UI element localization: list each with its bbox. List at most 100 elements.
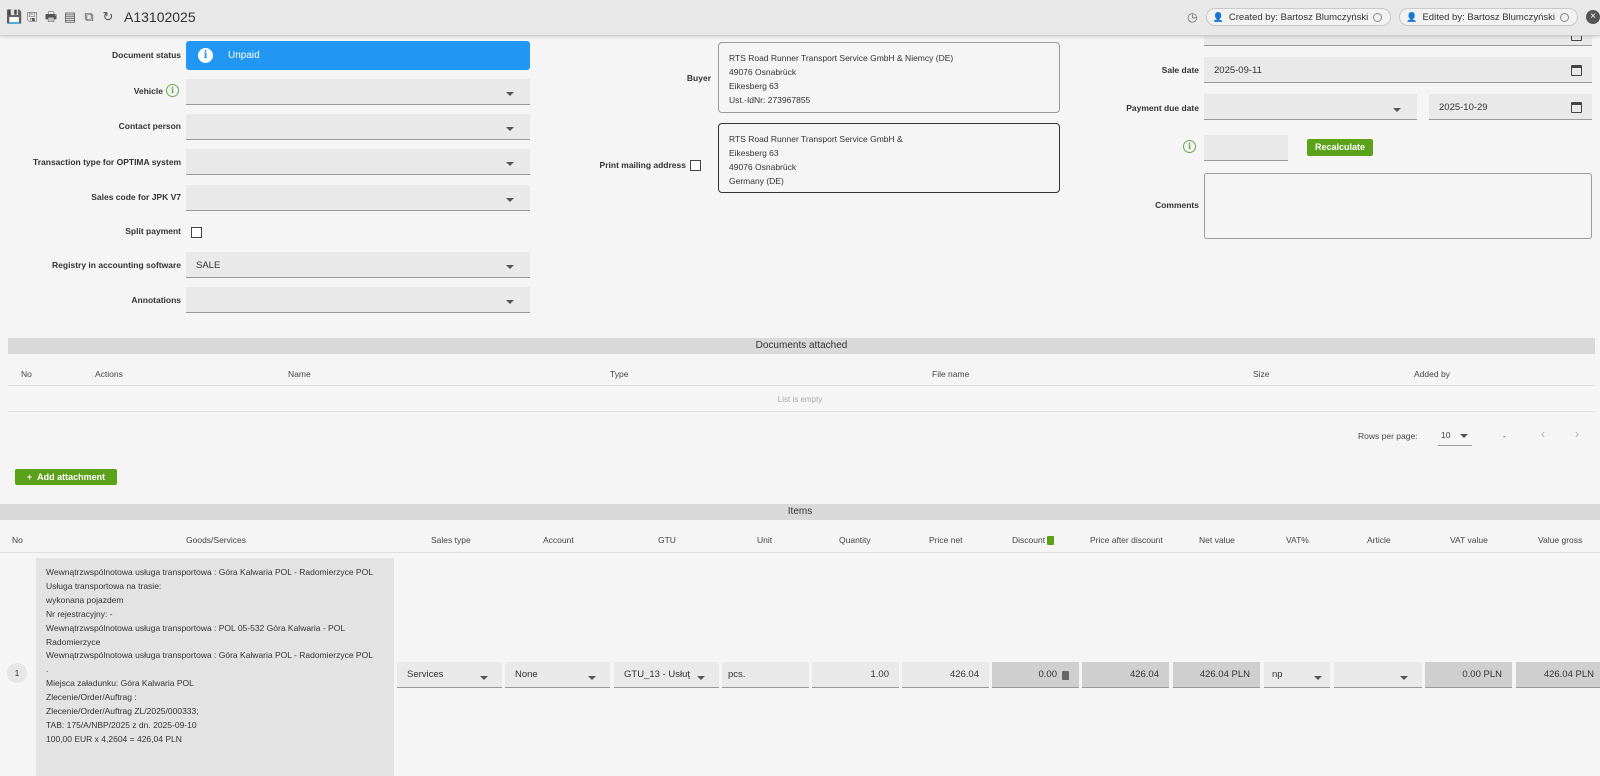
sale-date-label: Sale date [1161,65,1199,75]
goods-line: Radomierzyce [46,636,101,647]
contact-person-select[interactable] [186,114,530,140]
user-icon: 👤 [1212,11,1224,22]
unit-value: pcs. [728,669,746,680]
payment-due-value: 2025-10-29 [1439,102,1488,113]
transaction-type-select[interactable] [186,149,530,175]
account-select[interactable]: None [505,662,610,688]
items-col-gtu: GTU [658,535,676,545]
gtu-select[interactable]: GTU_13 - Usłuţ [614,662,719,688]
divider [8,411,1595,412]
mailing-line: 49076 Osnabrück [729,162,797,172]
created-by-badge[interactable]: 👤 Created by: Bartosz Blumczyński [1205,8,1392,26]
edited-by-badge[interactable]: 👤 Edited by: Bartosz Blumczyński [1399,8,1578,26]
next-page-icon[interactable]: › [1575,427,1579,441]
toolbar-icons: 💾 🖫 🖶 ▤ ⧉ ↻ [6,10,115,24]
recalculate-info-icon[interactable]: i [1183,140,1196,153]
calculator-icon[interactable] [1047,536,1055,546]
document-status-badge[interactable]: i Unpaid [186,41,530,70]
mailing-line: Eikesberg 63 [729,148,779,158]
divider [0,552,1600,553]
goods-line: wykonana pojazdem [46,594,124,605]
pagination-range: - [1503,431,1506,441]
article-select[interactable] [1334,662,1422,688]
documents-col-name: Name [288,369,311,379]
payment-terms-select[interactable] [1204,94,1417,120]
registry-select[interactable]: SALE [186,252,530,278]
price-net-value: 426.04 [949,669,979,680]
chevron-down-icon [1393,108,1401,112]
vat-value: np [1272,669,1283,680]
buyer-label: Buyer [686,73,711,83]
vehicle-info-icon[interactable]: i [166,84,179,97]
calendar-icon [1571,102,1582,113]
rows-per-page-select[interactable]: 10 [1438,426,1472,446]
sales-code-label: Sales code for JPK V7 [91,192,181,202]
rows-per-page-value: 10 [1441,430,1451,440]
vehicle-label: Vehicle [133,86,163,96]
items-col-article: Article [1367,535,1391,545]
save-close-icon[interactable]: 🖫 [25,10,39,24]
mailing-address-box[interactable]: RTS Road Runner Transport Service GmbH &… [718,123,1060,193]
documents-col-no: No [21,369,32,379]
vehicle-select[interactable] [186,79,530,105]
close-icon[interactable]: × [1586,10,1600,24]
preview-icon[interactable]: ▤ [63,10,77,24]
created-by-text: Created by: Bartosz Blumczyński [1228,11,1369,23]
annotations-select[interactable] [186,287,530,313]
prev-page-icon[interactable]: ‹ [1541,427,1545,441]
comments-label: Comments [1155,200,1199,210]
refresh-icon[interactable]: ↻ [101,10,115,24]
items-col-no: No [12,535,23,545]
payment-due-date-field[interactable]: 2025-10-29 [1429,94,1592,120]
price-net-input[interactable]: 426.04 [902,662,989,688]
items-col-value-gross: Value gross [1538,535,1583,545]
top-toolbar: 💾 🖫 🖶 ▤ ⧉ ↻ A13102025 ◷ 👤 Created by: Ba… [0,0,1600,36]
chevron-down-icon [506,92,514,96]
add-attachment-label: Add attachment [37,472,106,482]
documents-col-type: Type [610,369,629,379]
sales-code-select[interactable] [186,185,530,211]
divider [8,385,1595,386]
buyer-address-box[interactable]: RTS Road Runner Transport Service GmbH &… [718,42,1060,113]
history-icon[interactable]: ◷ [1187,10,1197,24]
copy-icon[interactable]: ⧉ [82,10,96,24]
print-mailing-checkbox[interactable] [690,160,701,171]
items-col-unit: Unit [757,535,773,545]
discount-header-text: Discount [1012,535,1046,545]
unit-input[interactable]: pcs. [722,662,809,688]
recalculate-days-input[interactable] [1204,135,1288,161]
buyer-line: Ust.-IdNr: 273967855 [729,95,811,105]
split-payment-checkbox[interactable] [191,227,202,238]
goods-description-textarea[interactable]: Wewnątrzwspólnotowa usługa transportowa … [36,558,394,776]
documents-col-actions: Actions [95,369,123,379]
comments-textarea[interactable] [1204,173,1592,239]
quantity-input[interactable]: 1.00 [812,662,899,688]
add-attachment-button[interactable]: + Add attachment [15,469,117,485]
chevron-down-icon [506,127,514,131]
items-col-goods: Goods/Services [186,535,246,545]
discount-input[interactable]: 0.00 [992,662,1079,688]
annotations-label: Annotations [131,295,181,305]
save-icon[interactable]: 💾 [6,10,22,24]
transaction-type-label: Transaction type for OPTIMA system [33,157,181,167]
documents-section-header: Documents attached [8,338,1595,354]
calculator-icon[interactable] [1062,671,1069,680]
items-col-net-value: Net value [1199,535,1235,545]
sale-date-value: 2025-09-11 [1214,65,1262,76]
goods-line: 100,00 EUR x 4,2604 = 426,04 PLN [46,733,182,744]
user-icon: 👤 [1406,11,1418,22]
sale-date-field[interactable]: 2025-09-11 [1204,57,1592,83]
chevron-down-icon [506,300,514,304]
documents-empty-message: List is empty [777,395,823,404]
print-icon[interactable]: 🖶 [44,10,58,24]
buyer-line: RTS Road Runner Transport Service GmbH &… [729,53,954,63]
vat-value-field: 0.00 PLN [1425,662,1512,688]
buyer-line: Eikesberg 63 [729,81,779,91]
chevron-down-icon [1314,676,1322,680]
document-status-label: Document status [112,50,181,60]
sales-type-select[interactable]: Services [397,662,502,688]
document-title: A13102025 [124,9,196,25]
recalculate-button[interactable]: Recalculate [1307,139,1373,156]
contact-person-label: Contact person [118,121,181,131]
vat-select[interactable]: np [1264,662,1330,688]
